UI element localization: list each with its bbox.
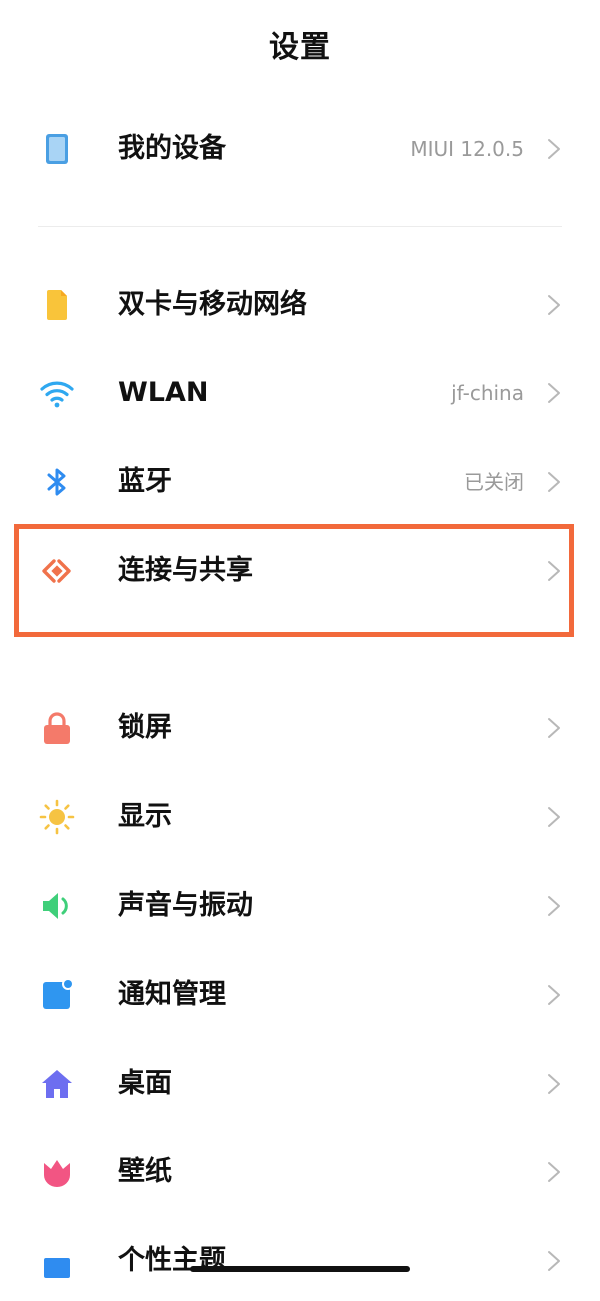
settings-item-sound[interactable]: 声音与振动 <box>0 866 600 946</box>
notification-icon <box>38 976 76 1014</box>
home-icon <box>38 1065 76 1103</box>
settings-item-value: jf-china <box>451 381 524 405</box>
chevron-right-icon <box>546 805 562 829</box>
settings-item-label: 蓝牙 <box>118 466 172 497</box>
share-icon <box>38 552 76 590</box>
settings-item-label: 锁屏 <box>118 712 172 743</box>
chevron-right-icon <box>546 470 562 494</box>
settings-item-value: MIUI 12.0.5 <box>410 137 524 161</box>
settings-item-bluetooth[interactable]: 蓝牙 已关闭 <box>0 442 600 522</box>
theme-icon <box>38 1242 76 1280</box>
chevron-right-icon <box>546 559 562 583</box>
chevron-right-icon <box>546 983 562 1007</box>
settings-item-connection-sharing[interactable]: 连接与共享 <box>0 531 600 611</box>
speaker-icon <box>38 887 76 925</box>
sim-card-icon <box>38 286 76 324</box>
chevron-right-icon <box>546 1249 562 1273</box>
settings-item-themes[interactable]: 个性主题 <box>0 1221 600 1301</box>
settings-item-display[interactable]: 显示 <box>0 777 600 857</box>
chevron-right-icon <box>546 293 562 317</box>
section-divider <box>38 226 562 227</box>
wifi-icon <box>38 374 76 412</box>
settings-item-label: 显示 <box>118 801 172 832</box>
tablet-icon <box>38 130 76 168</box>
settings-item-label: 双卡与移动网络 <box>118 289 307 320</box>
settings-item-label: 声音与振动 <box>118 890 253 921</box>
settings-item-notifications[interactable]: 通知管理 <box>0 955 600 1035</box>
sun-icon <box>38 798 76 836</box>
settings-item-wallpaper[interactable]: 壁纸 <box>0 1132 600 1212</box>
chevron-right-icon <box>546 1072 562 1096</box>
settings-item-label: 我的设备 <box>118 133 226 164</box>
settings-item-desktop[interactable]: 桌面 <box>0 1044 600 1124</box>
settings-item-wlan[interactable]: WLAN jf-china <box>0 353 600 433</box>
chevron-right-icon <box>546 716 562 740</box>
settings-item-sim[interactable]: 双卡与移动网络 <box>0 265 600 345</box>
settings-item-label: 通知管理 <box>118 979 226 1010</box>
settings-item-label: 个性主题 <box>118 1245 226 1276</box>
settings-item-value: 已关闭 <box>464 470 524 494</box>
chevron-right-icon <box>546 137 562 161</box>
chevron-right-icon <box>546 381 562 405</box>
settings-item-label: 连接与共享 <box>118 555 253 586</box>
settings-item-label: WLAN <box>118 377 209 408</box>
tulip-icon <box>38 1153 76 1191</box>
lock-icon <box>38 709 76 747</box>
settings-item-lockscreen[interactable]: 锁屏 <box>0 688 600 768</box>
page-title: 设置 <box>269 30 331 65</box>
chevron-right-icon <box>546 894 562 918</box>
chevron-right-icon <box>546 1160 562 1184</box>
home-indicator[interactable] <box>190 1266 410 1272</box>
bluetooth-icon <box>38 463 76 501</box>
settings-item-label: 壁纸 <box>118 1156 172 1187</box>
settings-item-label: 桌面 <box>118 1068 172 1099</box>
settings-item-my-device[interactable]: 我的设备 MIUI 12.0.5 <box>0 109 600 189</box>
